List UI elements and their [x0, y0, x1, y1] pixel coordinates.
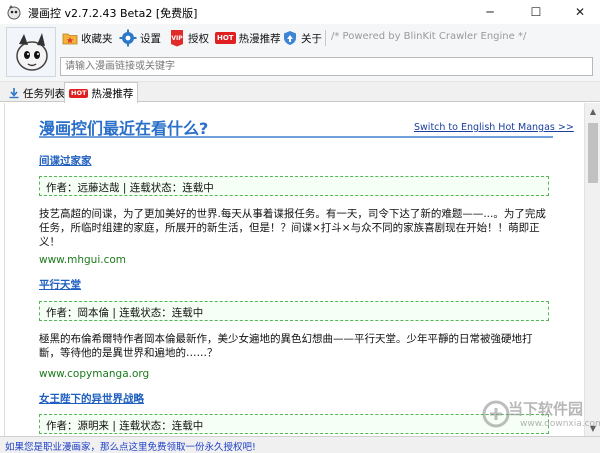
watermark-brand: 当下软件园	[508, 400, 584, 418]
favorites-button[interactable]: 收藏夹	[62, 28, 113, 48]
powered-by-text: /* Powered by BlinKit Crawler Engine */	[331, 31, 527, 42]
hot-badge-icon: HOT	[215, 32, 236, 44]
vertical-scrollbar[interactable]: ▲ ▼	[584, 103, 600, 436]
manga-info-box: 作者：岡本倫 | 连载状态：连载中	[39, 301, 549, 321]
title-bar: 漫画控 v2.7.2.43 Beta2 [免费版] ─ ☐ ✕	[0, 0, 600, 24]
svg-text:VIP: VIP	[171, 35, 183, 42]
toolbar: 收藏夹 设置 VIP 授权 HOT 热漫推荐 关于 /* Powered by …	[0, 24, 600, 82]
vip-badge-icon: VIP	[171, 30, 183, 47]
english-switch-link[interactable]: Switch to English Hot Mangas >>	[414, 122, 574, 133]
minimize-button[interactable]: ─	[468, 0, 512, 24]
mascot-icon	[16, 33, 48, 71]
info-shield-icon	[284, 31, 296, 45]
manga-title-link[interactable]: 平行天堂	[39, 277, 81, 292]
close-button[interactable]: ✕	[558, 0, 600, 24]
authorize-button[interactable]: VIP 授权	[169, 28, 209, 48]
status-bar: 如果您是职业漫画家，那么点这里免费领取一份永久授权吧!	[0, 436, 600, 453]
tab-hot-recommend[interactable]: HOT 热漫推荐	[64, 82, 139, 103]
watermark-url: www.downxia.com	[520, 419, 600, 429]
toolbar-divider	[325, 30, 326, 46]
search-input[interactable]	[60, 57, 593, 76]
heading-divider	[39, 136, 553, 138]
manga-source-site: www.mhgui.com	[39, 254, 127, 266]
settings-button[interactable]: 设置	[119, 28, 161, 48]
download-icon	[9, 88, 19, 99]
about-button[interactable]: 关于	[282, 28, 322, 48]
scroll-up-arrow-icon[interactable]: ▲	[585, 103, 600, 119]
favorites-label: 收藏夹	[81, 32, 113, 45]
manga-info-box: 作者：源明来 | 连载状态：连载中	[39, 414, 549, 434]
app-icon	[7, 5, 21, 20]
manga-info-box: 作者：远藤达哉 | 连载状态：连载中	[39, 176, 549, 196]
window-title: 漫画控 v2.7.2.43 Beta2 [免费版]	[28, 7, 198, 20]
tab-task-list[interactable]: 任务列表	[4, 84, 69, 102]
manga-title-link[interactable]: 女王陛下的异世界战略	[39, 391, 144, 406]
manga-source-site: www.copymanga.org	[39, 368, 150, 380]
license-offer-link[interactable]: 如果您是职业漫画家，那么点这里免费领取一份永久授权吧!	[5, 439, 256, 453]
content-pane: 漫画控们最近在看什么? Switch to English Hot Mangas…	[4, 103, 584, 436]
scroll-thumb[interactable]	[588, 123, 598, 183]
tab-strip: 任务列表 HOT 热漫推荐	[0, 82, 600, 103]
hot-recommend-label: 热漫推荐	[238, 32, 281, 45]
manga-description: 技艺高超的间谍，为了更加美好的世界.每天从事着谍报任务。有一天，司令下达了新的难…	[39, 208, 546, 248]
tab-hot-badge-icon: HOT	[69, 88, 89, 98]
folder-star-icon	[62, 33, 78, 45]
about-label: 关于	[301, 32, 322, 45]
gear-icon	[119, 29, 137, 47]
manga-title-link[interactable]: 间谍过家家	[39, 153, 92, 168]
app-logo	[6, 27, 56, 77]
authorize-label: 授权	[188, 32, 209, 45]
maximize-button[interactable]: ☐	[514, 0, 558, 24]
manga-description: 極黑的布倫希爾特作者岡本倫最新作，美少女遍地的異色幻想曲——平行天堂。少年平靜的…	[39, 333, 533, 359]
tab-task-list-label: 任务列表	[23, 87, 65, 100]
settings-label: 设置	[140, 32, 161, 45]
tab-hot-recommend-label: 热漫推荐	[91, 87, 134, 100]
hot-recommend-button[interactable]: HOT 热漫推荐	[215, 28, 281, 48]
